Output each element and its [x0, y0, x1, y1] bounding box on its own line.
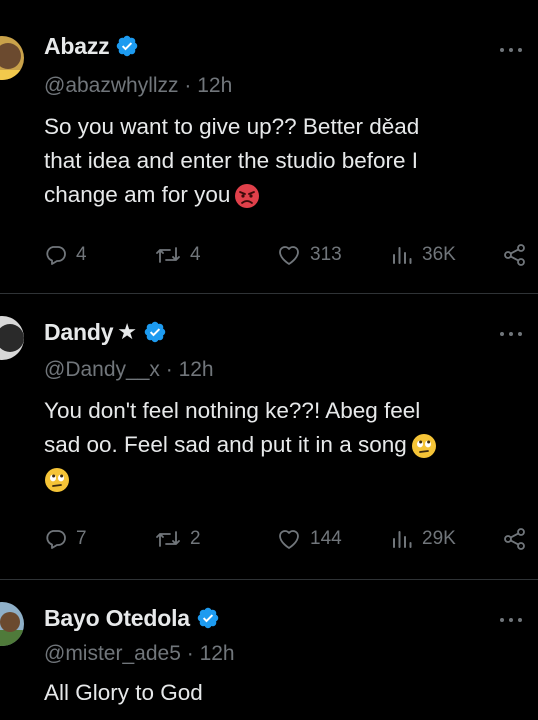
heart-icon [279, 246, 299, 265]
reply-icon [46, 246, 66, 265]
tweet-text-line: change am for you [44, 182, 231, 207]
handle[interactable]: @mister_ade5 [44, 642, 181, 665]
reply-count: 7 [76, 528, 87, 549]
angry-face-icon [235, 184, 260, 209]
repost-button[interactable]: 4 [154, 240, 201, 270]
tweet-text: So you want to give up?? Better děad tha… [44, 110, 514, 212]
timestamp[interactable]: 12h [197, 74, 232, 97]
separator: · [165, 358, 173, 381]
verified-badge-icon [144, 321, 166, 343]
rolling-eyes-face-icon [45, 468, 69, 493]
avatar[interactable] [0, 316, 24, 360]
repost-icon [156, 247, 180, 263]
repost-count: 2 [190, 528, 201, 549]
tweet-text-line: You don't feel nothing ke??! Abeg feel [44, 398, 421, 423]
display-name[interactable]: Abazz [44, 33, 110, 60]
like-button[interactable]: 313 [276, 240, 342, 270]
tweet-text-line: All Glory to God [44, 680, 203, 705]
tweet-text: You don't feel nothing ke??! Abeg feel s… [44, 394, 514, 496]
display-name[interactable]: Dandy [44, 319, 113, 346]
tweet-text: All Glory to God [44, 676, 514, 710]
timestamp[interactable]: 12h [179, 358, 214, 381]
views-count: 29K [422, 528, 456, 549]
separator: · [186, 642, 194, 665]
reply-icon [46, 530, 66, 549]
avatar[interactable] [0, 602, 24, 646]
tweet-text-line: sad oo. Feel sad and put it in a song [44, 432, 407, 457]
verified-badge-icon [197, 607, 219, 629]
reply-button[interactable]: 4 [44, 240, 87, 270]
tweet-text-line: So you want to give up?? Better děad [44, 114, 420, 139]
avatar[interactable] [0, 36, 24, 80]
views-button[interactable]: 36K [390, 240, 456, 270]
reply-button[interactable]: 7 [44, 524, 87, 554]
handle[interactable]: @Dandy__x [44, 358, 160, 381]
rolling-eyes-face-icon [411, 434, 436, 459]
tweet-2[interactable]: Dandy ★ @Dandy__x · 12h You don't feel n… [0, 294, 538, 578]
views-chart-icon [393, 247, 412, 264]
like-count: 313 [310, 244, 342, 265]
share-icon [504, 244, 525, 266]
separator: · [184, 74, 192, 97]
views-count: 36K [422, 244, 456, 265]
verified-badge-icon [117, 35, 138, 57]
timestamp[interactable]: 12h [200, 642, 235, 665]
share-button[interactable] [502, 524, 528, 554]
share-button[interactable] [502, 240, 528, 270]
repost-icon [156, 531, 180, 547]
like-button[interactable]: 144 [276, 524, 342, 554]
more-options-icon[interactable] [500, 331, 522, 337]
display-name[interactable]: Bayo Otedola [44, 605, 190, 632]
repost-button[interactable]: 2 [154, 524, 201, 554]
views-button[interactable]: 29K [390, 524, 456, 554]
more-options-icon[interactable] [500, 617, 522, 623]
tweet-3[interactable]: Bayo Otedola @mister_ade5 · 12h All Glor… [0, 580, 538, 720]
handle[interactable]: @abazwhyllzz [44, 74, 179, 97]
more-options-icon[interactable] [500, 47, 522, 53]
share-icon [504, 528, 525, 550]
star-symbol: ★ [117, 319, 138, 344]
tweet-actions: 4 4 313 36K [44, 240, 530, 270]
tweet-1[interactable]: Abazz @abazwhyllzz · 12h So you want to … [0, 0, 538, 292]
repost-count: 4 [190, 244, 201, 265]
views-chart-icon [393, 531, 412, 548]
like-count: 144 [310, 528, 342, 549]
reply-count: 4 [76, 244, 87, 265]
heart-icon [279, 530, 299, 549]
tweet-text-line: that idea and enter the studio before I [44, 148, 419, 173]
tweet-actions: 7 2 144 29K [44, 524, 530, 554]
